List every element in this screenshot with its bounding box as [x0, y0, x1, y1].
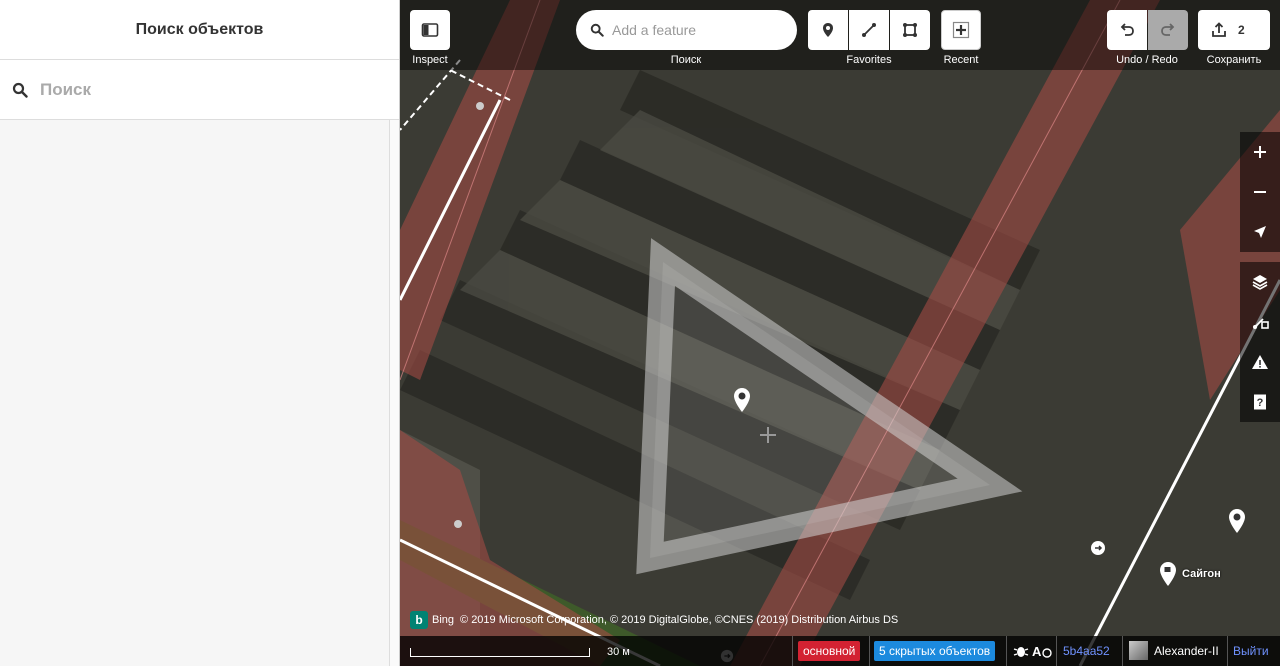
bing-logo-text: Bing: [432, 614, 455, 626]
redo-button[interactable]: [1148, 10, 1188, 50]
save-count: 2: [1238, 23, 1245, 37]
scale-line: [410, 648, 590, 657]
recent-label: Recent: [943, 54, 979, 66]
scale-bar[interactable]: 30 м: [410, 644, 640, 658]
inspect-button[interactable]: [410, 10, 450, 50]
map-pin-icon[interactable]: [1229, 509, 1245, 535]
recent-button[interactable]: [941, 10, 981, 50]
upload-icon: [1212, 22, 1226, 37]
sidebar-resizer[interactable]: [389, 120, 399, 666]
top-toolbar: Inspect Поиск Favorites: [400, 0, 1280, 70]
add-feature-search[interactable]: [576, 10, 797, 50]
map-pin-icon[interactable]: [734, 388, 750, 414]
version-link[interactable]: 5b4aa52: [1063, 644, 1110, 658]
line-icon: [862, 23, 876, 37]
favorites-label: Favorites: [846, 54, 892, 66]
feature-search-sidebar: Поиск объектов: [0, 0, 400, 666]
branch-badge[interactable]: основной: [798, 641, 861, 661]
help-button[interactable]: ?: [1240, 382, 1280, 422]
zoom-in-button[interactable]: [1240, 132, 1280, 172]
background-layers-button[interactable]: [1240, 262, 1280, 302]
warning-icon: [1252, 355, 1268, 369]
footer-divider: [1056, 636, 1057, 666]
hidden-features-badge[interactable]: 5 скрытых объектов: [874, 641, 996, 661]
sidebar-search: [0, 60, 399, 120]
sidebar-toggle-icon: [421, 23, 439, 37]
search-icon: [12, 82, 28, 98]
map-data-button[interactable]: [1240, 302, 1280, 342]
add-feature-input[interactable]: [612, 22, 782, 38]
location-arrow-icon: [1254, 226, 1266, 238]
user-avatar[interactable]: [1129, 641, 1148, 660]
scale-text: 30 м: [607, 646, 630, 658]
add-point-button[interactable]: [808, 10, 848, 50]
redo-icon: [1161, 23, 1175, 36]
entrance-icon[interactable]: [1090, 540, 1106, 556]
geolocate-button[interactable]: [1240, 212, 1280, 252]
bing-logo-icon: b: [410, 611, 428, 629]
cafe-poi[interactable]: Сайгон: [1160, 562, 1221, 586]
footer-divider: [1227, 636, 1228, 666]
username-link[interactable]: Alexander-II: [1154, 644, 1219, 658]
svg-text:A: A: [1032, 644, 1042, 659]
plus-icon: [1254, 146, 1266, 158]
svg-text:?: ?: [1257, 397, 1264, 409]
layers-icon: [1252, 275, 1268, 290]
save-label: Сохранить: [1206, 54, 1262, 66]
imagery-attribution: b Bing © 2019 Microsoft Corporation, © 2…: [410, 611, 898, 629]
add-area-button[interactable]: [890, 10, 930, 50]
cafe-pin-icon: [1160, 562, 1176, 586]
point-icon: [823, 23, 833, 37]
map-canvas[interactable]: Сайгон: [400, 0, 1280, 666]
search-icon: [590, 23, 604, 37]
sidebar-header: Поиск объектов: [0, 0, 399, 60]
sidebar-search-input[interactable]: [40, 79, 380, 100]
undo-icon: [1120, 23, 1134, 36]
footer-divider: [1006, 636, 1007, 666]
footer-divider: [869, 636, 870, 666]
undo-redo-label: Undo / Redo: [1116, 54, 1178, 66]
footer-divider: [1122, 636, 1123, 666]
undo-button[interactable]: [1107, 10, 1147, 50]
inspect-label: Inspect: [412, 54, 448, 66]
logout-link[interactable]: Выйти: [1233, 644, 1269, 658]
help-icon: ?: [1254, 394, 1266, 410]
attribution-text[interactable]: © 2019 Microsoft Corporation, © 2019 Dig…: [460, 614, 898, 626]
map-data-icon: [1253, 318, 1269, 329]
minus-icon: [1254, 191, 1266, 193]
translate-icon[interactable]: A: [1032, 643, 1052, 659]
save-button[interactable]: 2: [1198, 10, 1270, 50]
map-footer: 30 м основной 5 скрытых объектов A 5b4aa…: [400, 636, 1280, 666]
search-label: Поиск: [670, 54, 702, 66]
bug-report-icon[interactable]: [1012, 643, 1030, 659]
footer-divider: [792, 636, 793, 666]
satellite-imagery: [400, 0, 1280, 666]
poi-label: Сайгон: [1182, 568, 1221, 580]
area-icon: [903, 23, 917, 37]
plus-icon: [952, 21, 970, 39]
zoom-out-button[interactable]: [1240, 172, 1280, 212]
add-line-button[interactable]: [849, 10, 889, 50]
sidebar-title: Поиск объектов: [135, 20, 264, 38]
issues-button[interactable]: [1240, 342, 1280, 382]
